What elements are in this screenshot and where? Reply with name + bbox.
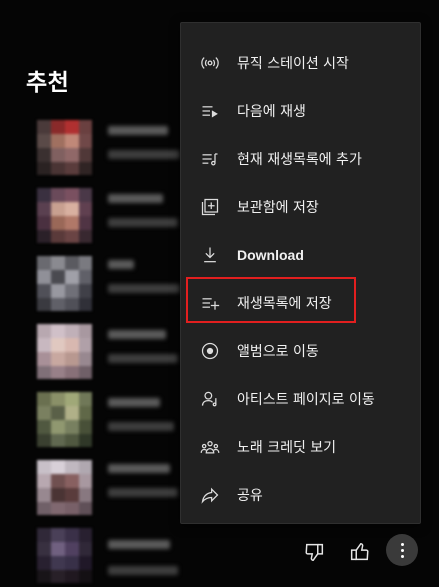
menu-item-share[interactable]: 공유 — [181, 471, 420, 519]
album-thumbnail — [37, 324, 92, 379]
menu-item-go-to-album[interactable]: 앨범으로 이동 — [181, 327, 420, 375]
song-title-blurred — [108, 126, 168, 135]
share-icon — [199, 484, 221, 506]
menu-item-play-next[interactable]: 다음에 재생 — [181, 87, 420, 135]
menu-item-label: 다음에 재생 — [237, 104, 306, 120]
more-vert-icon — [400, 541, 404, 559]
menu-item-label: Download — [237, 247, 304, 263]
menu-item-download[interactable]: Download — [181, 231, 420, 279]
menu-item-song-credits[interactable]: 노래 크레딧 보기 — [181, 423, 420, 471]
song-artist-blurred — [108, 284, 180, 293]
song-title-blurred — [108, 464, 170, 473]
section-title: 추천 — [26, 70, 70, 96]
thumbs-up-icon — [350, 543, 369, 561]
album-thumbnail — [37, 460, 92, 515]
credits-icon — [199, 436, 221, 458]
album-thumbnail — [37, 120, 92, 175]
album-thumbnail — [37, 188, 92, 243]
album-thumbnail — [37, 392, 92, 447]
song-artist-blurred — [108, 354, 178, 363]
row-action-bar — [300, 534, 430, 571]
menu-item-label: 앨범으로 이동 — [237, 344, 319, 360]
song-title-blurred — [108, 398, 160, 407]
album-thumbnail — [37, 528, 92, 583]
album-icon — [199, 340, 221, 362]
song-artist-blurred — [108, 150, 180, 159]
menu-item-go-to-artist[interactable]: 아티스트 페이지로 이동 — [181, 375, 420, 423]
menu-item-label: 아티스트 페이지로 이동 — [237, 392, 375, 408]
menu-item-start-radio[interactable]: 뮤직 스테이션 시작 — [181, 39, 420, 87]
add-to-queue-icon — [199, 148, 221, 170]
menu-item-label: 공유 — [237, 488, 263, 504]
music-app-page: 추천 뮤직 스테이션 시작 다음에 재생 현재 재생목록에 추가 보관함에 저장… — [0, 0, 439, 587]
artist-icon — [199, 388, 221, 410]
download-icon — [199, 244, 221, 266]
menu-item-label: 뮤직 스테이션 시작 — [237, 56, 349, 72]
like-button[interactable] — [344, 537, 374, 567]
more-options-button[interactable] — [386, 534, 418, 566]
song-title-blurred — [108, 194, 163, 203]
thumbs-down-icon — [305, 543, 324, 561]
menu-item-label: 노래 크레딧 보기 — [237, 440, 337, 456]
dislike-button[interactable] — [300, 537, 330, 567]
song-artist-blurred — [108, 566, 178, 575]
song-title-blurred — [108, 540, 170, 549]
song-artist-blurred — [108, 218, 178, 227]
library-add-icon — [199, 196, 221, 218]
menu-item-label: 재생목록에 저장 — [237, 296, 332, 312]
radio-icon — [199, 52, 221, 74]
menu-item-save-to-playlist[interactable]: 재생목록에 저장 — [181, 279, 420, 327]
menu-item-add-to-queue[interactable]: 현재 재생목록에 추가 — [181, 135, 420, 183]
play-next-icon — [199, 100, 221, 122]
menu-item-save-to-library[interactable]: 보관함에 저장 — [181, 183, 420, 231]
playlist-add-icon — [199, 292, 221, 314]
menu-item-label: 현재 재생목록에 추가 — [237, 152, 362, 168]
song-artist-blurred — [108, 488, 178, 497]
menu-item-label: 보관함에 저장 — [237, 200, 319, 216]
song-title-blurred — [108, 260, 134, 269]
song-title-blurred — [108, 330, 166, 339]
album-thumbnail — [37, 256, 92, 311]
song-artist-blurred — [108, 422, 174, 431]
context-menu: 뮤직 스테이션 시작 다음에 재생 현재 재생목록에 추가 보관함에 저장 Do… — [180, 22, 421, 524]
